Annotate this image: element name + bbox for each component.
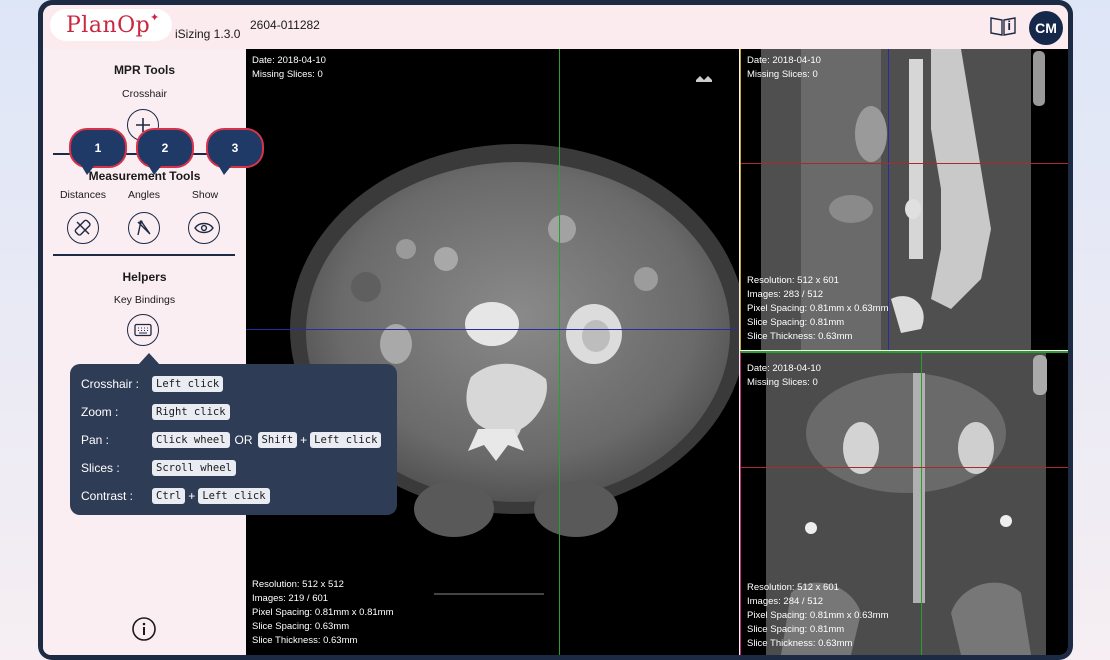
- app-window: PlanOp ✦ iSizing 1.3.0 2604-011282 CM MP…: [43, 5, 1068, 655]
- keybinding-pan: Pan : Click wheel OR Shift + Left click: [81, 431, 382, 449]
- axial-slice-spacing: Slice Spacing: 0.63mm: [252, 621, 350, 632]
- coronal-pixel-spacing: Pixel Spacing: 0.81mm x 0.63mm: [747, 610, 889, 621]
- keybinding-label: Crosshair :: [81, 377, 140, 391]
- section-divider: [53, 254, 235, 256]
- sagittal-missing-slices: Missing Slices: 0: [747, 69, 818, 80]
- info-icon[interactable]: [131, 616, 157, 642]
- key-chip: Left click: [310, 432, 382, 448]
- keybinding-zoom: Zoom : Right click: [81, 403, 230, 421]
- crosshair-horizontal-line[interactable]: [741, 467, 1068, 468]
- coronal-header-overlay: Date: 2018-04-10 Missing Slices: 0: [747, 362, 821, 390]
- key-chip: Scroll wheel: [152, 460, 236, 476]
- key-chip: Click wheel: [152, 432, 230, 448]
- logo: PlanOp: [66, 13, 151, 38]
- axial-header-overlay: Date: 2018-04-10 Missing Slices: 0: [252, 54, 326, 82]
- sagittal-viewport[interactable]: Date: 2018-04-10 Missing Slices: 0 Resol…: [740, 49, 1068, 350]
- key-chip: Ctrl: [152, 488, 186, 504]
- show-button[interactable]: [188, 212, 220, 244]
- key-bindings-popover: Crosshair : Left click Zoom : Right clic…: [70, 353, 397, 515]
- keybinding-slices: Slices : Scroll wheel: [81, 459, 236, 477]
- distances-button[interactable]: [67, 212, 99, 244]
- keybinding-contrast: Contrast : Ctrl + Left click: [81, 487, 270, 505]
- eye-icon: [194, 222, 214, 234]
- sagittal-resolution: Resolution: 512 x 601: [747, 275, 839, 286]
- key-chip: Left click: [198, 488, 270, 504]
- crosshair-vertical-line[interactable]: [921, 353, 922, 655]
- crosshair-label: Crosshair: [122, 88, 167, 100]
- angles-label: Angles: [127, 189, 161, 201]
- helpers-title: Helpers: [122, 270, 167, 284]
- crosshair-vertical-line[interactable]: [559, 49, 560, 655]
- keybinding-label: Contrast :: [81, 489, 134, 503]
- case-id: 2604-011282: [250, 18, 320, 32]
- sagittal-slice-spacing: Slice Spacing: 0.81mm: [747, 317, 845, 328]
- plus-separator: +: [188, 489, 196, 503]
- keybinding-crosshair: Crosshair : Left click: [81, 375, 224, 393]
- axial-resolution: Resolution: 512 x 512: [252, 579, 344, 590]
- sagittal-info-overlay: Resolution: 512 x 601 Images: 283 / 512 …: [747, 274, 889, 344]
- distances-label: Distances: [59, 189, 107, 201]
- sagittal-header-overlay: Date: 2018-04-10 Missing Slices: 0: [747, 54, 821, 82]
- angle-icon: [137, 220, 151, 236]
- sagittal-images: Images: 283 / 512: [747, 289, 824, 300]
- book-info-icon[interactable]: [989, 15, 1017, 37]
- tour-badge-2[interactable]: 2: [136, 128, 194, 175]
- plus-separator: +: [300, 433, 308, 447]
- axial-pixel-spacing: Pixel Spacing: 0.81mm x 0.81mm: [252, 607, 394, 618]
- app-version: iSizing 1.3.0: [175, 27, 241, 41]
- axial-ct-image: [290, 76, 739, 595]
- show-label: Show: [191, 189, 219, 201]
- coronal-viewport[interactable]: Date: 2018-04-10 Missing Slices: 0 Resol…: [740, 351, 1068, 655]
- keybinding-label: Zoom :: [81, 405, 119, 419]
- coronal-images: Images: 284 / 512: [747, 596, 824, 607]
- tour-badge-3[interactable]: 3: [206, 128, 264, 175]
- axial-slice-thickness: Slice Thickness: 0.63mm: [252, 635, 358, 646]
- key-chip: Right click: [152, 404, 230, 420]
- axial-images: Images: 219 / 601: [252, 593, 329, 604]
- measurement-tools-title: Measurement Tools: [88, 169, 201, 183]
- or-separator: OR: [234, 433, 253, 447]
- crosshair-horizontal-line[interactable]: [741, 163, 1068, 164]
- key-bindings-label: Key Bindings: [113, 294, 176, 306]
- axial-missing-slices: Missing Slices: 0: [252, 69, 323, 80]
- sagittal-pixel-spacing: Pixel Spacing: 0.81mm x 0.63mm: [747, 303, 889, 314]
- keyboard-icon: [134, 323, 152, 337]
- axial-info-overlay: Resolution: 512 x 512 Images: 219 / 601 …: [252, 578, 394, 648]
- key-bindings-button[interactable]: [127, 314, 159, 346]
- logo-star-icon: ✦: [150, 12, 160, 24]
- tour-badge-1[interactable]: 1: [69, 128, 127, 175]
- user-avatar[interactable]: CM: [1029, 11, 1063, 45]
- coronal-date: Date: 2018-04-10: [747, 363, 821, 374]
- logo-container[interactable]: PlanOp ✦: [50, 9, 172, 41]
- coronal-resolution: Resolution: 512 x 601: [747, 582, 839, 593]
- crosshair-horizontal-line[interactable]: [246, 329, 739, 330]
- axial-date: Date: 2018-04-10: [252, 55, 326, 66]
- ruler-icon: [74, 219, 91, 236]
- sagittal-slice-thickness: Slice Thickness: 0.63mm: [747, 331, 853, 342]
- mpr-tools-title: MPR Tools: [113, 63, 176, 77]
- top-bar: PlanOp ✦ iSizing 1.3.0 2604-011282 CM: [43, 5, 1068, 49]
- coronal-info-overlay: Resolution: 512 x 601 Images: 284 / 512 …: [747, 581, 889, 651]
- sagittal-date: Date: 2018-04-10: [747, 55, 821, 66]
- keybinding-label: Pan :: [81, 433, 110, 447]
- keybinding-label: Slices :: [81, 461, 120, 475]
- axial-viewport[interactable]: Date: 2018-04-10 Missing Slices: 0 Resol…: [246, 49, 739, 655]
- key-chip: Shift: [257, 432, 298, 448]
- key-chip: Left click: [152, 376, 224, 392]
- coronal-slice-spacing: Slice Spacing: 0.81mm: [747, 624, 845, 635]
- angles-button[interactable]: [128, 212, 160, 244]
- coronal-slice-thickness: Slice Thickness: 0.63mm: [747, 638, 853, 649]
- coronal-missing-slices: Missing Slices: 0: [747, 377, 818, 388]
